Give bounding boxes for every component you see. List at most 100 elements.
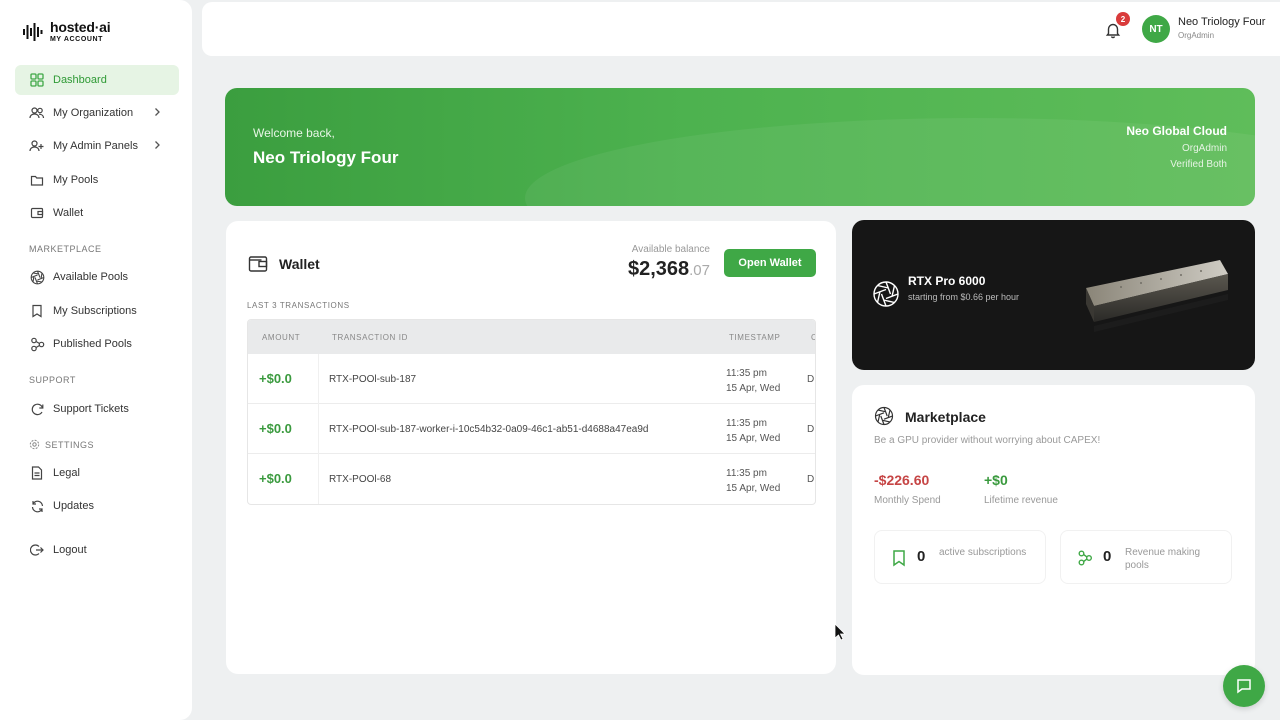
transaction-time: 11:35 pm <box>726 368 767 379</box>
sidebar: hosted·ai MY ACCOUNT Dashboard My Organi… <box>0 0 192 720</box>
users-icon <box>29 105 45 121</box>
gpu-card-image <box>1086 260 1228 332</box>
transaction-truncated: D <box>807 424 815 435</box>
gpu-promo-subtitle: starting from $0.66 per hour <box>908 292 1020 302</box>
transactions-caption: LAST 3 TRANSACTIONS <box>247 301 350 310</box>
update-icon <box>29 498 45 514</box>
table-row[interactable]: +$0.0 RTX-POOl-68 11:35 pm 15 Apr, Wed D <box>248 454 815 504</box>
logout-button[interactable]: Logout <box>15 535 179 565</box>
column-header-truncated: C <box>811 333 815 342</box>
wallet-card: Wallet Available balance $2,368.07 Open … <box>226 221 836 674</box>
open-wallet-button[interactable]: Open Wallet <box>724 249 816 277</box>
gpu-promo-title: RTX Pro 6000 <box>908 274 986 288</box>
sidebar-item-label: Legal <box>53 467 80 479</box>
wallet-icon <box>248 256 268 272</box>
sidebar-item-label: My Admin Panels <box>53 140 138 152</box>
logout-icon <box>29 542 45 558</box>
sidebar-item-published-pools[interactable]: Published Pools <box>15 329 179 359</box>
transaction-amount: +$0.0 <box>259 421 292 436</box>
nodes-icon <box>1078 550 1092 566</box>
sidebar-item-my-organization[interactable]: My Organization <box>15 98 179 128</box>
bookmark-icon <box>29 303 45 319</box>
sidebar-item-label: My Organization <box>53 107 134 119</box>
sidebar-item-label: Wallet <box>53 207 84 219</box>
welcome-name: Neo Triology Four <box>253 148 399 167</box>
column-header-amount: AMOUNT <box>262 333 301 342</box>
revenue-pools-stat[interactable]: 0 Revenue making pools <box>1060 530 1232 584</box>
transaction-timestamp: 11:35 pm 15 Apr, Wed <box>726 366 780 396</box>
chevron-right-icon[interactable] <box>151 139 163 151</box>
chat-icon <box>1237 679 1251 694</box>
sidebar-section-support: SUPPORT <box>29 375 76 385</box>
verification-status: Verified Both <box>1170 159 1227 170</box>
sidebar-item-support-tickets[interactable]: Support Tickets <box>15 394 179 424</box>
transaction-date: 15 Apr, Wed <box>726 383 781 394</box>
aperture-icon <box>873 281 899 307</box>
top-bar: 2 NT Neo Triology Four OrgAdmin <box>202 2 1280 56</box>
table-row[interactable]: +$0.0 RTX-POOl-sub-187-worker-i-10c54b32… <box>248 404 815 454</box>
monthly-spend-label: Monthly Spend <box>874 495 941 506</box>
transaction-date: 15 Apr, Wed <box>726 483 781 494</box>
transaction-amount: +$0.0 <box>259 371 292 386</box>
available-balance: $2,368.07 <box>566 258 710 281</box>
sidebar-item-label: Dashboard <box>53 74 107 86</box>
user-name[interactable]: Neo Triology Four <box>1178 16 1265 28</box>
wallet-icon <box>29 205 45 221</box>
balance-cents: .07 <box>689 262 710 279</box>
chevron-right-icon[interactable] <box>151 106 163 118</box>
column-header-transaction-id: TRANSACTION ID <box>332 333 408 342</box>
aperture-icon <box>29 269 45 285</box>
active-subscriptions-count: 0 <box>917 548 926 565</box>
organization-role: OrgAdmin <box>1181 143 1227 154</box>
organization-name: Neo Global Cloud <box>1126 124 1227 138</box>
sidebar-item-label: Published Pools <box>53 338 132 350</box>
brand-name: hosted·ai <box>50 19 111 35</box>
logout-label: Logout <box>53 544 87 556</box>
marketplace-description: Be a GPU provider without worrying about… <box>874 435 1101 446</box>
transaction-timestamp: 11:35 pm 15 Apr, Wed <box>726 416 780 446</box>
transaction-id: RTX-POOl-sub-187-worker-i-10c54b32-0a09-… <box>329 424 649 435</box>
sidebar-section-marketplace: MARKETPLACE <box>29 244 102 254</box>
sidebar-item-wallet[interactable]: Wallet <box>15 198 179 228</box>
sidebar-item-legal[interactable]: Legal <box>15 458 179 488</box>
transaction-id: RTX-POOl-sub-187 <box>329 374 417 385</box>
sidebar-item-updates[interactable]: Updates <box>15 491 179 521</box>
marketplace-card: Marketplace Be a GPU provider without wo… <box>852 385 1255 675</box>
sidebar-item-label: Support Tickets <box>53 403 129 415</box>
transaction-amount: +$0.0 <box>259 471 292 486</box>
avatar[interactable]: NT <box>1142 15 1170 43</box>
brand-subtitle: MY ACCOUNT <box>50 36 104 43</box>
table-header: AMOUNT TRANSACTION ID TIMESTAMP C <box>248 320 815 354</box>
table-row[interactable]: +$0.0 RTX-POOl-sub-187 11:35 pm 15 Apr, W… <box>248 354 815 404</box>
brand-logo[interactable]: hosted·ai MY ACCOUNT <box>22 19 111 43</box>
transaction-date: 15 Apr, Wed <box>726 433 781 444</box>
sidebar-item-label: Updates <box>53 500 94 512</box>
welcome-banner: Welcome back, Neo Triology Four Neo Glob… <box>225 88 1255 206</box>
brand-mark-icon <box>22 21 44 43</box>
lifetime-revenue-value: +$0 <box>984 472 1008 488</box>
sidebar-item-my-subscriptions[interactable]: My Subscriptions <box>15 296 179 326</box>
dashboard-icon <box>29 72 45 88</box>
bookmark-icon <box>893 550 905 567</box>
active-subscriptions-label: active subscriptions <box>939 547 1027 558</box>
transaction-time: 11:35 pm <box>726 468 767 479</box>
sidebar-item-available-pools[interactable]: Available Pools <box>15 262 179 292</box>
active-subscriptions-stat[interactable]: 0 active subscriptions <box>874 530 1046 584</box>
wallet-title: Wallet <box>279 256 320 272</box>
refresh-icon <box>29 401 45 417</box>
chat-button[interactable] <box>1223 665 1265 707</box>
transaction-truncated: D <box>807 474 815 485</box>
sidebar-item-my-pools[interactable]: My Pools <box>15 165 179 195</box>
revenue-pools-label: Revenue making pools <box>1125 547 1201 571</box>
transaction-time: 11:35 pm <box>726 418 767 429</box>
sidebar-item-my-admin-panels[interactable]: My Admin Panels <box>15 131 179 161</box>
welcome-greeting: Welcome back, <box>253 126 335 140</box>
sidebar-item-label: My Pools <box>53 174 99 186</box>
aperture-icon <box>874 406 894 426</box>
gpu-promo-card[interactable]: RTX Pro 6000 starting from $0.66 per hou… <box>852 220 1255 370</box>
sidebar-item-dashboard[interactable]: Dashboard <box>15 65 179 95</box>
transaction-truncated: D <box>807 374 815 385</box>
folder-icon <box>29 172 45 188</box>
revenue-pools-count: 0 <box>1103 548 1112 565</box>
transactions-table: AMOUNT TRANSACTION ID TIMESTAMP C +$0.0 … <box>247 319 816 505</box>
